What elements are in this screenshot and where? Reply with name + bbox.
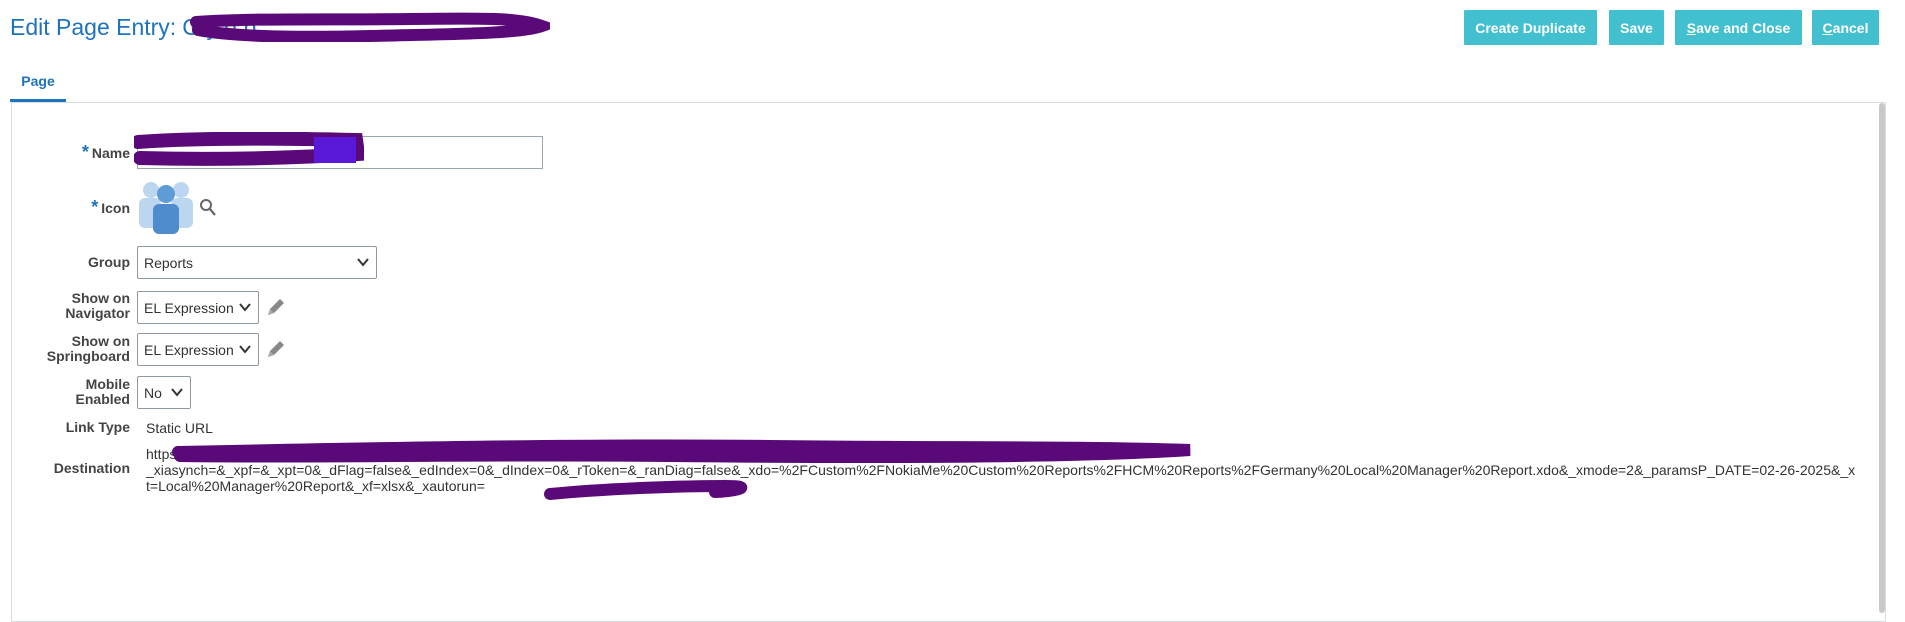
cancel-mnemonic: C [1822,19,1833,36]
save-button[interactable]: Save [1609,10,1664,45]
show-on-navigator-label: Show on Navigator [10,291,130,321]
destination-value: https:/ anager Re _xiasynch=&_xpf=&_xpt=… [146,446,1856,494]
show-on-navigator-select[interactable]: EL Expression [137,291,259,324]
show-on-springboard-value: EL Expression [144,341,234,358]
chevron-down-icon [239,303,251,312]
required-indicator: * [81,142,89,162]
link-type-value: Static URL [146,420,213,436]
chevron-down-icon [239,345,251,354]
scrollbar[interactable] [1879,103,1885,613]
edit-pencil-icon[interactable] [264,295,288,319]
show-on-springboard-select[interactable]: EL Expression [137,333,259,366]
save-and-close-button[interactable]: Save and Close [1675,10,1802,45]
name-label: * Name [10,142,130,162]
show-on-springboard-label-line1: Show on [71,333,130,349]
edit-pencil-icon[interactable] [264,337,288,361]
chevron-down-icon [357,258,369,267]
page-title-name: G y g p [182,14,257,40]
chevron-down-icon [171,388,183,397]
group-value: Reports [144,254,194,271]
show-on-navigator-label-line1: Show on [71,290,130,306]
show-on-springboard-label-line2: Springboard [46,348,130,364]
link-type-label: Link Type [65,419,130,435]
tab-bar: Page [10,62,1886,102]
cancel-label: ancel [1832,19,1869,36]
mobile-enabled-label-line2: Enabled [75,391,130,407]
tab-page[interactable]: Page [10,62,66,102]
page-title: Edit Page Entry: G y g p [10,10,256,44]
search-icon[interactable] [199,198,217,218]
destination-label: Destination [53,460,130,476]
name-field[interactable] [137,136,543,169]
name-label-text: Name [91,145,130,161]
save-and-close-mnemonic: S [1686,19,1697,36]
create-duplicate-button[interactable]: Create Duplicate [1464,10,1597,45]
mobile-enabled-select[interactable]: No [137,376,191,409]
show-on-navigator-value: EL Expression [144,299,234,316]
save-and-close-label: ave and Close [1696,19,1791,36]
show-on-springboard-label: Show on Springboard [10,334,130,364]
group-label: Group [88,254,130,270]
icon-label: * Icon [10,197,130,217]
mobile-enabled-label: Mobile Enabled [10,377,130,407]
icon-label-text: Icon [101,200,130,216]
mobile-enabled-value: No [144,384,162,401]
cancel-button[interactable]: Cancel [1812,10,1879,45]
page-panel [11,102,1886,622]
required-indicator: * [91,197,99,217]
people-group-icon[interactable] [137,180,197,236]
show-on-navigator-label-line2: Navigator [65,305,130,321]
mobile-enabled-label-line1: Mobile [85,376,130,392]
page-title-prefix: Edit Page Entry: [10,14,177,40]
group-select[interactable]: Reports [137,246,377,279]
